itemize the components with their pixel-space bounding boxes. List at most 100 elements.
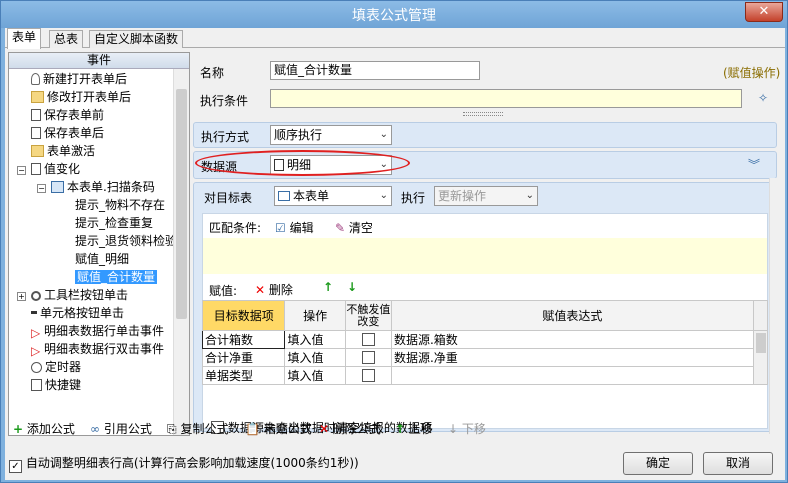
formula-toolbar: + 添加公式 ∞ 引用公式 ⎘ 复制公式 📋 粘贴公式 ✕ 删除公式 ↑ 上移 … [5,416,785,442]
formula-editor-panel: 名称 赋值_合计数量 (赋值操作) 执行条件 ✧ 执行方式 顺序执行 ⌄ 数据源 … [193,52,783,436]
tree-item-timer[interactable]: 定时器 [31,358,81,376]
up-arrow-icon: ↑ [395,422,406,436]
delete-assign-button[interactable]: ✕ 删除 [255,281,293,298]
edit-button[interactable]: ☑ 编辑 [275,219,314,236]
target-select[interactable]: 本表单 ⌄ [274,186,392,206]
tree-item-edit-open[interactable]: 修改打开表单后 [31,88,131,106]
no-trigger-checkbox[interactable] [344,366,392,385]
tree-item-prompt-duplicate[interactable]: 提示_检查重复 [75,214,153,232]
no-trigger-checkbox[interactable] [344,348,392,367]
scroll-thumb[interactable] [176,89,187,319]
name-input[interactable]: 赋值_合计数量 [270,61,480,80]
clear-button[interactable]: ✎ 清空 [335,219,373,236]
editor-scrollbar[interactable] [769,178,783,434]
table-row[interactable]: 合计箱数 填入值 数据源.箱数 [201,330,769,385]
ok-button[interactable]: 确定 [623,452,693,475]
save-document-icon [31,109,41,121]
tree-item-new-open[interactable]: 新建打开表单后 [31,70,127,88]
tree-item-before-save[interactable]: 保存表单前 [31,106,104,124]
close-button[interactable]: ✕ [745,2,783,22]
collapse-icon[interactable]: ︾ [748,156,760,173]
splitter-grip[interactable] [463,112,503,116]
expand-toolbar-click-icon[interactable]: + [17,292,26,301]
dot-icon [31,311,37,314]
condition-label: 执行条件 [200,94,249,108]
tree-item-form-activate[interactable]: 表单激活 [31,142,95,160]
table-row[interactable]: 合计净重 填入值 数据源.净重 [201,348,768,367]
save-document-icon [31,127,41,139]
auto-row-height-checkbox[interactable]: ✓ [9,460,22,473]
expand-scan-barcode-icon[interactable]: − [37,184,46,193]
tree-item-assign-total[interactable]: 赋值_合计数量 [75,268,158,286]
magnifier-icon [31,291,41,301]
exec-mode-label: 执行方式 [201,130,250,144]
exec-select: 更新操作 ⌄ [434,186,538,206]
plus-icon: + [13,422,24,436]
auto-row-height-option[interactable]: ✓ 自动调整明细表行高(计算行高会影响加载速度(1000条约1秒)) [9,454,359,473]
tree-item-detail-row-click[interactable]: ▷ 明细表数据行单击事件 [31,322,164,340]
down-arrow-icon: ↓ [448,422,459,436]
move-up-button[interactable]: ↑ 上移 [395,420,433,437]
cancel-button[interactable]: 取消 [703,452,773,475]
folder-icon [31,145,44,157]
red-x-icon: ✕ [255,283,266,297]
target-label: 对目标表 [204,191,253,205]
event-tree-scrollbar[interactable] [173,69,189,435]
grid-cell-target[interactable]: 合计箱数 [201,330,286,349]
copy-formula-button[interactable]: ⎘ 复制公式 [167,420,228,437]
person-add-icon [31,73,40,85]
grid-header-target: 目标数据项 [201,300,286,331]
tree-item-scan-barcode[interactable]: 本表单.扫描条码 [51,178,155,196]
move-up-icon[interactable]: ↑ [323,280,333,294]
tree-item-hotkey[interactable]: 快捷键 [31,376,81,394]
match-label: 匹配条件: [209,221,262,235]
condition-input[interactable] [270,89,742,108]
exec-label: 执行 [401,191,426,205]
red-flag-icon: ▷ [31,326,41,340]
grid-cell-target[interactable]: 单据类型 [201,366,286,385]
form-icon [51,181,64,193]
grid-cell-expr[interactable] [390,366,754,385]
name-label: 名称 [200,66,225,80]
highlight-ellipse [195,150,410,176]
grid-cell-op[interactable]: 填入值 [284,366,346,385]
grid-scrollbar[interactable] [752,330,769,385]
grid-cell-expr[interactable]: 数据源.净重 [390,348,754,367]
shortcut-icon [31,379,42,391]
move-down-icon[interactable]: ↓ [347,280,357,294]
grid-cell-op[interactable]: 填入值 [284,330,346,349]
link-icon: ∞ [90,422,100,436]
tree-item-value-change[interactable]: 值变化 [31,160,80,178]
expand-value-change-icon[interactable]: − [17,166,26,175]
delete-formula-button[interactable]: ✕ 删除公式 [319,420,381,437]
paste-formula-button[interactable]: 📋 粘贴公式 [245,420,312,437]
grid-header-operation: 操作 [284,300,346,331]
tree-item-cell-button-click[interactable]: 单元格按钮单击 [31,304,124,322]
tab-form[interactable]: 表单 [7,28,42,49]
operation-tag: (赋值操作) [723,66,781,80]
ref-formula-button[interactable]: ∞ 引用公式 [90,420,152,437]
tree-item-assign-detail[interactable]: 赋值_明细 [75,250,129,268]
exec-mode-select[interactable]: 顺序执行 ⌄ [270,125,392,145]
no-trigger-checkbox[interactable] [344,330,392,349]
title-bar: 填表公式管理 ✕ [1,1,787,28]
grid-cell-target[interactable]: 合计净重 [201,348,286,367]
eraser-icon: ✎ [335,221,346,235]
edit-icon: ☑ [275,221,286,235]
dialog-footer: ✓ 自动调整明细表行高(计算行高会影响加载速度(1000条约1秒)) 确定 取消 [5,444,785,480]
match-condition-box[interactable] [203,238,767,274]
timer-icon [31,362,42,373]
tree-item-prompt-return[interactable]: 提示_退货领料检验 [75,232,175,250]
tree-item-after-save[interactable]: 保存表单后 [31,124,104,142]
add-formula-button[interactable]: + 添加公式 [13,420,75,437]
tree-item-detail-row-dblclick[interactable]: ▷ 明细表数据行双击事件 [31,340,164,358]
dialog-window: 填表公式管理 ✕ 表单 总表 自定义脚本函数 事件 新建打开表单后 修改打开表单… [0,0,788,483]
grid-cell-op[interactable]: 填入值 [284,348,346,367]
grid-cell-expr[interactable]: 数据源.箱数 [390,330,754,349]
table-row[interactable]: 单据类型 填入值 [201,366,768,385]
wand-icon[interactable]: ✧ [758,91,768,105]
tree-item-toolbar-click[interactable]: 工具栏按钮单击 [31,286,128,304]
tab-summary[interactable]: 总表 [49,30,84,48]
tree-item-prompt-not-exist[interactable]: 提示_物料不存在 [75,196,165,214]
tab-custom-script[interactable]: 自定义脚本函数 [89,30,184,48]
